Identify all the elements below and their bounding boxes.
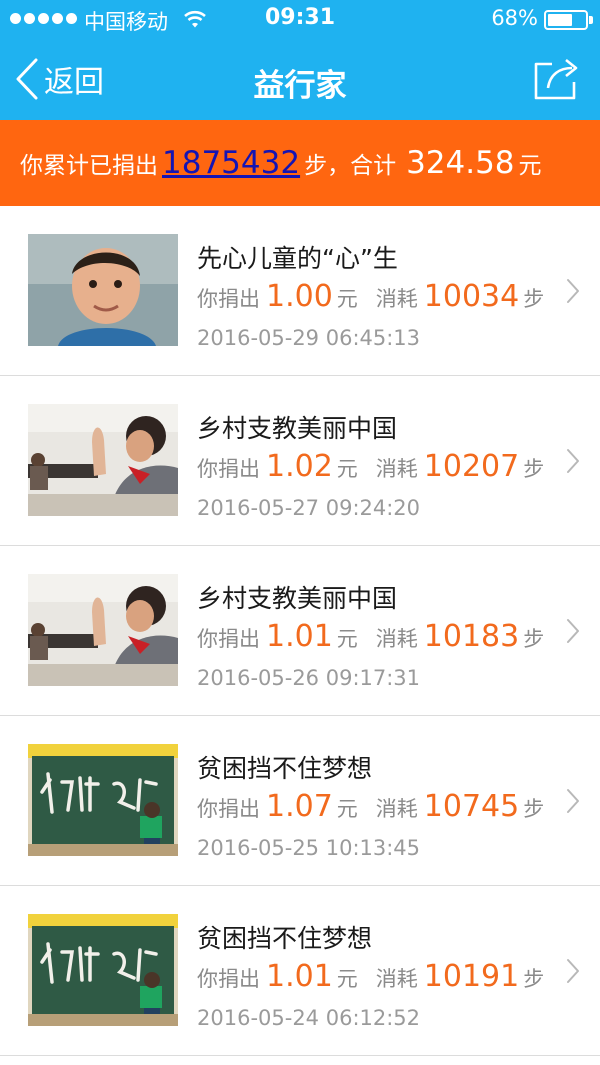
project-title: 先心儿童的“心”生: [197, 244, 398, 273]
step-unit: 步: [523, 627, 545, 651]
consumed-label: 消耗: [375, 287, 418, 311]
project-title: 贫困挡不住梦想: [197, 924, 373, 953]
donation-details: 你捐出 1.00 元 消耗 10034 步: [197, 279, 544, 314]
project-photo: [28, 234, 178, 346]
donation-amount: 1.01: [266, 619, 333, 654]
steps-consumed: 10183: [423, 619, 520, 654]
battery-percentage: 68%: [491, 6, 538, 30]
chevron-right-icon: [567, 449, 579, 473]
project-title: 乡村支教美丽中国: [197, 584, 398, 613]
donation-timestamp: 2016-05-29 06:45:13: [197, 326, 421, 350]
step-unit: 步: [523, 797, 545, 821]
donation-timestamp: 2016-05-27 09:24:20: [197, 496, 421, 520]
share-icon[interactable]: [532, 56, 580, 102]
donation-item[interactable]: 先心儿童的“心”生 你捐出 1.00 元 消耗 10034 步 2016-05-…: [0, 206, 600, 376]
donation-item[interactable]: 贫困挡不住梦想 你捐出 1.07 元 消耗 10745 步 2016-05-25…: [0, 716, 600, 886]
donation-amount: 1.00: [266, 279, 333, 314]
page-title: 益行家: [253, 68, 347, 104]
donation-amount: 1.02: [266, 449, 333, 484]
donated-label: 你捐出: [197, 797, 260, 821]
status-bar: 中国移动 09:31 68%: [0, 0, 600, 40]
project-thumbnail: [28, 744, 178, 856]
project-title: 乡村支教美丽中国: [197, 414, 398, 443]
battery-tip: [589, 16, 593, 24]
battery-level-fill: [548, 14, 573, 26]
project-photo: [28, 744, 178, 856]
battery-icon: [544, 10, 588, 30]
header: 中国移动 09:31 68% 返回 益行家: [0, 0, 600, 120]
donated-label: 你捐出: [197, 967, 260, 991]
donation-timestamp: 2016-05-24 06:12:52: [197, 1006, 421, 1030]
donation-list: 先心儿童的“心”生 你捐出 1.00 元 消耗 10034 步 2016-05-…: [0, 206, 600, 1056]
chevron-right-icon: [567, 619, 579, 643]
donation-timestamp: 2016-05-26 09:17:31: [197, 666, 421, 690]
chevron-right-icon: [567, 279, 579, 303]
step-unit: 步: [523, 967, 545, 991]
consumed-label: 消耗: [375, 627, 418, 651]
yuan-unit: 元: [336, 627, 358, 651]
donation-amount: 1.01: [266, 959, 333, 994]
step-unit: 步: [523, 457, 545, 481]
donated-label: 你捐出: [197, 627, 260, 651]
yuan-unit: 元: [336, 457, 358, 481]
total-amount: 324.58: [406, 145, 515, 181]
project-thumbnail: [28, 574, 178, 686]
donation-item[interactable]: 贫困挡不住梦想 你捐出 1.01 元 消耗 10191 步 2016-05-24…: [0, 886, 600, 1056]
project-photo: [28, 914, 178, 1026]
total-steps-link[interactable]: 1875432: [162, 145, 300, 181]
steps-consumed: 10207: [423, 449, 520, 484]
summary-steps-unit: 步，合计: [304, 153, 397, 179]
project-thumbnail: [28, 914, 178, 1026]
donation-item[interactable]: 乡村支教美丽中国 你捐出 1.01 元 消耗 10183 步 2016-05-2…: [0, 546, 600, 716]
donation-timestamp: 2016-05-25 10:13:45: [197, 836, 421, 860]
yuan-unit: 元: [336, 967, 358, 991]
donation-details: 你捐出 1.01 元 消耗 10183 步: [197, 619, 544, 654]
project-photo: [28, 574, 178, 686]
chevron-right-icon: [567, 789, 579, 813]
summary-prefix: 你累计已捐出: [20, 153, 158, 179]
donated-label: 你捐出: [197, 287, 260, 311]
donation-item[interactable]: 乡村支教美丽中国 你捐出 1.02 元 消耗 10207 步 2016-05-2…: [0, 376, 600, 546]
yuan-unit: 元: [336, 287, 358, 311]
consumed-label: 消耗: [375, 457, 418, 481]
project-photo: [28, 404, 178, 516]
project-thumbnail: [28, 234, 178, 346]
steps-consumed: 10745: [423, 789, 520, 824]
donation-summary: 你累计已捐出 1875432 步，合计 324.58 元: [0, 120, 600, 206]
donation-details: 你捐出 1.07 元 消耗 10745 步: [197, 789, 544, 824]
donation-details: 你捐出 1.01 元 消耗 10191 步: [197, 959, 544, 994]
summary-amount-unit: 元: [518, 153, 542, 179]
step-unit: 步: [523, 287, 545, 311]
steps-consumed: 10191: [423, 959, 520, 994]
steps-consumed: 10034: [423, 279, 520, 314]
consumed-label: 消耗: [375, 967, 418, 991]
chevron-right-icon: [567, 959, 579, 983]
donation-details: 你捐出 1.02 元 消耗 10207 步: [197, 449, 544, 484]
yuan-unit: 元: [336, 797, 358, 821]
project-title: 贫困挡不住梦想: [197, 754, 373, 783]
donation-amount: 1.07: [266, 789, 333, 824]
consumed-label: 消耗: [375, 797, 418, 821]
project-thumbnail: [28, 404, 178, 516]
donated-label: 你捐出: [197, 457, 260, 481]
